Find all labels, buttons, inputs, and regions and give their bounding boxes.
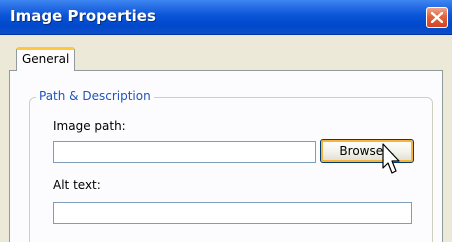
group-legend: Path & Description xyxy=(36,89,154,103)
close-button[interactable] xyxy=(426,7,448,28)
image-path-input[interactable] xyxy=(53,141,316,163)
image-path-label: Image path: xyxy=(53,119,126,133)
alt-text-label: Alt text: xyxy=(53,178,101,192)
tab-general[interactable]: General xyxy=(16,47,76,71)
image-properties-dialog: Image Properties General Path & Descript… xyxy=(0,0,452,242)
window-title: Image Properties xyxy=(10,7,156,25)
close-icon xyxy=(431,12,443,23)
alt-text-input[interactable] xyxy=(53,202,412,224)
mouse-pointer-icon xyxy=(382,143,400,174)
title-bar[interactable]: Image Properties xyxy=(0,0,452,35)
